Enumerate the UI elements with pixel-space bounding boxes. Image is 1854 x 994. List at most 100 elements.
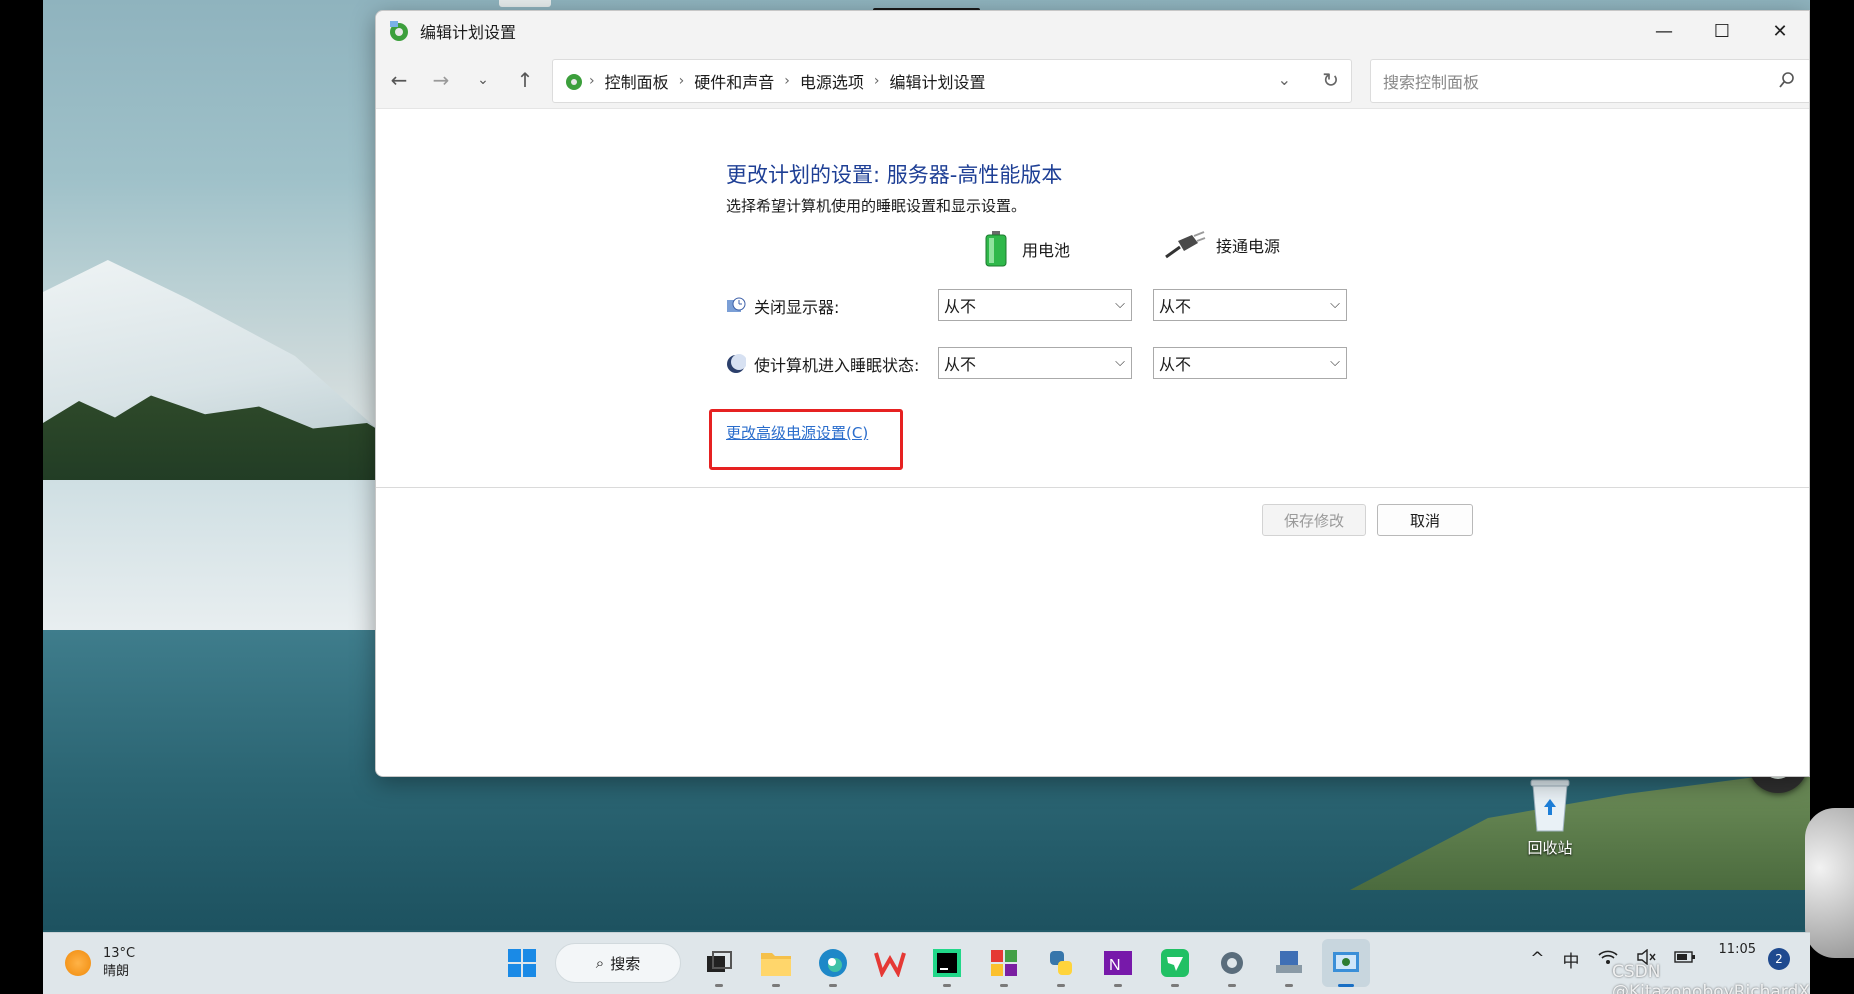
running-indicator — [1171, 984, 1179, 987]
wps-icon — [874, 952, 906, 977]
sleep-battery-value: 从不 — [944, 355, 977, 374]
control-panel-icon — [390, 21, 408, 41]
sleep-battery-select[interactable]: 从不 ⌵ — [938, 347, 1132, 379]
display-battery-select[interactable]: 从不 ⌵ — [938, 289, 1132, 321]
display-clock-icon — [727, 297, 746, 312]
running-indicator — [1000, 984, 1008, 987]
search-control-panel-input[interactable]: 搜索控制面板 — [1370, 59, 1809, 103]
edge-browser-button[interactable] — [809, 939, 857, 987]
sleep-moon-icon — [727, 354, 746, 373]
remote-desktop-button[interactable] — [1265, 939, 1313, 987]
sleep-plugged-value: 从不 — [1159, 355, 1192, 374]
breadcrumb-power-options[interactable]: 电源选项 — [800, 69, 864, 93]
running-indicator — [829, 984, 837, 987]
breadcrumb-separator-icon: › — [678, 73, 685, 89]
breadcrumb-separator-icon: › — [589, 73, 595, 89]
search-icon[interactable] — [1778, 71, 1796, 89]
running-indicator — [772, 984, 780, 987]
up-arrow-icon[interactable]: ↑ — [504, 60, 546, 100]
display-plugged-value: 从不 — [1159, 297, 1192, 316]
taskbar-search-button[interactable]: ⌕ 搜索 — [555, 943, 681, 983]
footer-divider — [376, 487, 1809, 488]
feishu-button[interactable] — [1151, 939, 1199, 987]
breadcrumb-separator-icon: › — [784, 73, 790, 89]
refresh-icon[interactable]: ↻ — [1322, 68, 1339, 92]
title-bar[interactable]: 编辑计划设置 — ☐ ✕ — [376, 11, 1809, 51]
window-title: 编辑计划设置 — [420, 23, 517, 42]
running-indicator — [943, 984, 951, 987]
running-indicator — [1285, 984, 1293, 987]
close-button[interactable]: ✕ — [1751, 11, 1809, 51]
svg-text:N: N — [1109, 957, 1121, 974]
color-grid-icon — [991, 950, 1017, 976]
plugged-column-label: 接通电源 — [1216, 237, 1281, 256]
chevron-down-icon: ⌵ — [1330, 297, 1340, 312]
paper-plane-icon — [1161, 949, 1189, 977]
robot-mascot — [1805, 808, 1854, 958]
recycle-bin-label: 回收站 — [1527, 839, 1573, 857]
edge-icon — [819, 949, 847, 977]
display-plugged-select[interactable]: 从不 ⌵ — [1153, 289, 1347, 321]
python-button[interactable] — [1037, 939, 1085, 987]
highlight-box — [709, 409, 903, 470]
taskbar-apps: ⌕ 搜索 N — [498, 939, 1379, 987]
recent-locations-chevron-icon[interactable]: ⌄ — [462, 60, 504, 100]
running-indicator — [1228, 984, 1236, 987]
ime-indicator[interactable]: 中 — [1563, 947, 1580, 972]
onenote-icon: N — [1104, 951, 1132, 975]
address-bar[interactable]: › 控制面板 › 硬件和声音 › 电源选项 › 编辑计划设置 ⌄ ↻ — [552, 59, 1352, 103]
show-hidden-icons-chevron-icon[interactable]: ^ — [1530, 949, 1544, 969]
weather-widget[interactable]: 13°C 晴朗 — [65, 945, 135, 981]
settings-button[interactable] — [1208, 939, 1256, 987]
pycharm-button[interactable] — [923, 939, 971, 987]
sun-icon — [65, 950, 91, 976]
control-panel-icon — [1333, 952, 1359, 972]
onenote-button[interactable]: N — [1094, 939, 1142, 987]
breadcrumb-control-panel[interactable]: 控制面板 — [605, 69, 669, 93]
forward-arrow-icon[interactable]: → — [420, 60, 462, 100]
hidden-tab[interactable] — [499, 0, 551, 7]
running-indicator — [715, 984, 723, 987]
sleep-row-label: 使计算机进入睡眠状态: — [726, 352, 919, 376]
display-battery-value: 从不 — [944, 297, 977, 316]
control-panel-taskbar-button[interactable] — [1322, 939, 1370, 987]
task-view-icon — [707, 951, 732, 972]
battery-column-label: 用电池 — [1022, 241, 1071, 260]
computer-icon — [1276, 951, 1302, 973]
color-app-button[interactable] — [980, 939, 1028, 987]
start-button[interactable] — [498, 939, 546, 987]
navigation-bar: ← → ⌄ ↑ › 控制面板 › 硬件和声音 › 电源选项 › 编辑计划设置 ⌄… — [376, 51, 1809, 109]
recycle-bin-shortcut[interactable]: 回收站 — [1510, 775, 1590, 858]
chevron-down-icon: ⌵ — [1115, 297, 1125, 312]
back-arrow-icon[interactable]: ← — [378, 60, 420, 100]
plugged-column-header: 接通电源 — [1164, 231, 1280, 259]
page-subtitle: 选择希望计算机使用的睡眠设置和显示设置。 — [726, 197, 1027, 215]
file-explorer-button[interactable] — [752, 939, 800, 987]
battery-icon — [985, 231, 1007, 267]
running-indicator — [1114, 984, 1122, 987]
wps-button[interactable] — [866, 939, 914, 987]
breadcrumb-edit-plan[interactable]: 编辑计划设置 — [889, 69, 985, 93]
weather-description: 晴朗 — [103, 964, 130, 979]
recycle-bin-icon — [1530, 779, 1570, 832]
breadcrumb-hardware-sound[interactable]: 硬件和声音 — [694, 69, 774, 93]
address-dropdown-chevron-icon[interactable]: ⌄ — [1278, 70, 1291, 89]
task-view-button[interactable] — [695, 939, 743, 987]
maximize-button[interactable]: ☐ — [1693, 11, 1751, 51]
cancel-button[interactable]: 取消 — [1377, 504, 1473, 536]
minimize-button[interactable]: — — [1635, 11, 1693, 51]
windows-logo-icon — [508, 949, 536, 977]
power-plug-icon — [1165, 231, 1206, 259]
screen-bezel-left — [0, 0, 43, 994]
wallpaper-snow — [43, 480, 403, 630]
sleep-plugged-select[interactable]: 从不 ⌵ — [1153, 347, 1347, 379]
running-indicator — [1338, 984, 1354, 987]
sleep-label: 使计算机进入睡眠状态: — [754, 356, 920, 375]
search-placeholder: 搜索控制面板 — [1383, 73, 1480, 92]
python-icon — [1050, 951, 1072, 975]
turn-off-display-label: 关闭显示器: — [754, 298, 840, 317]
breadcrumb-separator-icon: › — [873, 73, 880, 89]
edit-plan-settings-window: 编辑计划设置 — ☐ ✕ ← → ⌄ ↑ › 控制面板 › 硬件和声音 › 电源… — [375, 10, 1810, 777]
taskbar: 13°C 晴朗 ⌕ 搜索 N ^ 中 11:05 2 — [43, 932, 1810, 994]
save-changes-button[interactable]: 保存修改 — [1262, 504, 1366, 536]
